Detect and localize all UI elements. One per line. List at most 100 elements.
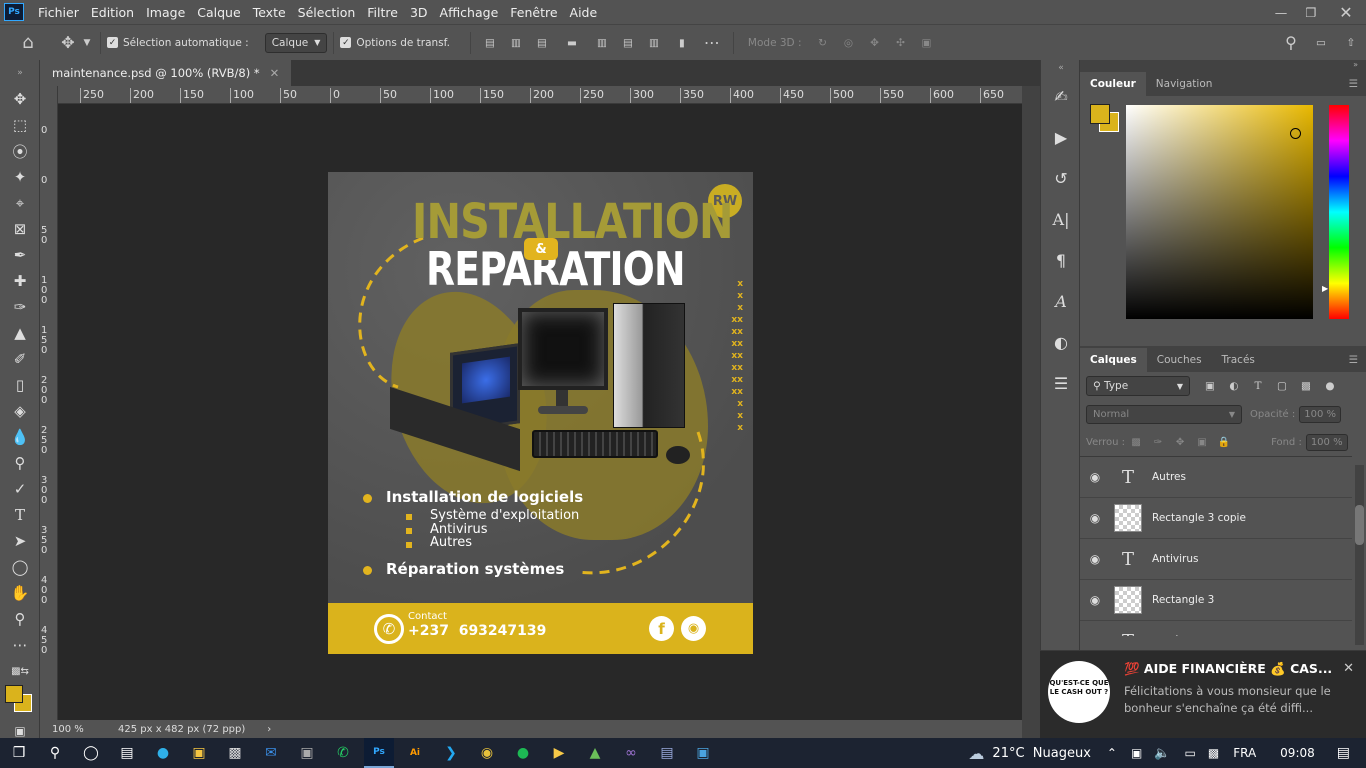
type-tool-icon[interactable]: T — [0, 502, 40, 528]
lock-paint-icon[interactable]: ✑ — [1147, 437, 1169, 448]
properties-icon[interactable]: ↺ — [1041, 158, 1081, 199]
fill-field[interactable]: 100 % — [1305, 433, 1348, 451]
align-right-icon[interactable]: ▤ — [529, 37, 555, 49]
photoshop-logo[interactable]: Ps — [4, 3, 24, 21]
blend-mode-dropdown[interactable]: Normal ▼ — [1086, 404, 1242, 424]
3d-scale-icon[interactable]: ▣ — [914, 37, 940, 49]
auto-select-checkbox[interactable]: ✓ — [107, 37, 118, 48]
align-left-icon[interactable]: ▤ — [477, 37, 503, 49]
app-icon[interactable]: ▲ — [580, 738, 610, 768]
weather-icon[interactable]: ☁ — [968, 744, 984, 763]
home-icon[interactable]: ⌂ — [0, 32, 56, 53]
filter-adjust-icon[interactable]: ◐ — [1222, 380, 1246, 392]
zoom-tool-icon[interactable]: ⚲ — [0, 606, 40, 632]
3d-slide-icon[interactable]: ✣ — [888, 37, 914, 49]
more-tools-icon[interactable]: ⋯ — [0, 632, 40, 658]
color-field[interactable] — [1126, 105, 1313, 319]
menu-edition[interactable]: Edition — [85, 5, 140, 20]
search-icon[interactable]: ⚲ — [40, 738, 70, 768]
weather-text[interactable]: 21°C Nuageux — [992, 746, 1091, 761]
layer-name[interactable]: Rectangle 3 — [1152, 594, 1214, 606]
task-view-icon[interactable]: ▤ — [112, 738, 142, 768]
workspace-icon[interactable]: ▭ — [1306, 37, 1336, 49]
file-explorer-icon[interactable]: ▣ — [184, 738, 214, 768]
layer-filter-dropdown[interactable]: ⚲ Type ▼ — [1086, 376, 1190, 396]
color-swatches[interactable] — [0, 684, 39, 718]
visibility-eye-icon[interactable]: ◉ — [1080, 634, 1110, 636]
gallery-icon[interactable]: ▣ — [688, 738, 718, 768]
document-artwork[interactable]: RW INSTALLATION REPARATION & x x x xx xx… — [328, 172, 753, 654]
move-tool-icon[interactable]: ✥ — [0, 86, 40, 112]
hand-tool-icon[interactable]: ✋ — [0, 580, 40, 606]
visibility-eye-icon[interactable]: ◉ — [1080, 552, 1110, 566]
clock[interactable]: 09:08 — [1280, 746, 1315, 760]
photoshop-taskbar-icon[interactable]: Ps — [364, 738, 394, 768]
quick-select-tool-icon[interactable]: ✦ — [0, 164, 40, 190]
menu-calque[interactable]: Calque — [191, 5, 246, 20]
whatsapp-icon[interactable]: ✆ — [328, 738, 358, 768]
eraser-tool-icon[interactable]: ▯ — [0, 372, 40, 398]
chevron-right-icon[interactable]: › — [267, 724, 271, 735]
spotify-icon[interactable]: ● — [508, 738, 538, 768]
layer-row[interactable]: ◉ T Antivirus — [1080, 539, 1352, 580]
opacity-field[interactable]: 100 % — [1299, 405, 1342, 423]
default-colors-icon[interactable]: ▩⇆ — [0, 658, 40, 684]
lock-pixels-icon[interactable]: ▩ — [1125, 437, 1147, 448]
layer-row[interactable]: ◉ Rectangle 3 — [1080, 580, 1352, 621]
lock-position-icon[interactable]: ✥ — [1169, 437, 1191, 448]
distribute-icon[interactable]: ▬ — [555, 37, 589, 49]
store-icon[interactable]: ▩ — [220, 738, 250, 768]
tab-couches[interactable]: Couches — [1147, 348, 1212, 372]
chevron-up-icon[interactable]: ⌃ — [1107, 746, 1117, 760]
lock-artboard-icon[interactable]: ▣ — [1191, 437, 1213, 448]
history-brush-icon[interactable]: ✐ — [0, 346, 40, 372]
menu-aide[interactable]: Aide — [564, 5, 604, 20]
history-icon[interactable]: ✍ — [1041, 76, 1081, 117]
foreground-color-swatch[interactable] — [5, 685, 23, 703]
adjustments-icon[interactable]: ◐ — [1041, 322, 1081, 363]
notes-icon[interactable]: ▤ — [652, 738, 682, 768]
menu-fenetre[interactable]: Fenêtre — [504, 5, 563, 20]
notification-close-icon[interactable]: ✕ — [1343, 661, 1354, 676]
layer-row[interactable]: ◉ Rectangle 3 copie — [1080, 498, 1352, 539]
3d-roll-icon[interactable]: ◎ — [836, 37, 862, 49]
paragraph-icon[interactable]: ¶ — [1041, 240, 1081, 281]
visibility-eye-icon[interactable]: ◉ — [1080, 470, 1110, 484]
volume-icon[interactable]: 🔈 — [1154, 746, 1170, 761]
language-indicator[interactable]: FRA — [1233, 746, 1256, 760]
more-options-icon[interactable]: ⋯ — [697, 33, 727, 52]
auto-select-dropdown[interactable]: Calque ▼ — [264, 32, 328, 53]
vertical-scrollbar[interactable] — [1022, 86, 1040, 738]
foreground-color-swatch[interactable] — [1090, 104, 1110, 124]
layer-name[interactable]: Antivirus — [1152, 553, 1198, 565]
filter-pixel-icon[interactable]: ▣ — [1198, 380, 1222, 392]
minimize-icon[interactable]: — — [1266, 5, 1296, 20]
blur-tool-icon[interactable]: 💧 — [0, 424, 40, 450]
3d-pan-icon[interactable]: ✥ — [862, 37, 888, 49]
layer-row[interactable]: ◉ T Autres — [1080, 457, 1352, 498]
media-player-icon[interactable]: ▶ — [544, 738, 574, 768]
collapse-icon[interactable]: « — [1041, 60, 1081, 76]
filter-toggle-icon[interactable]: ● — [1318, 380, 1342, 392]
photos-icon[interactable]: ▣ — [292, 738, 322, 768]
edge-icon[interactable]: ● — [148, 738, 178, 768]
share-icon[interactable]: ⇧ — [1336, 37, 1366, 49]
search-icon[interactable]: ⚲ — [1276, 33, 1306, 52]
restore-icon[interactable]: ❐ — [1296, 5, 1326, 20]
filter-smart-icon[interactable]: ▩ — [1294, 380, 1318, 392]
tab-couleur[interactable]: Couleur — [1080, 72, 1146, 96]
mail-icon[interactable]: ✉ — [256, 738, 286, 768]
menu-3d[interactable]: 3D — [404, 5, 434, 20]
align-top-icon[interactable]: ▥ — [589, 37, 615, 49]
menu-fichier[interactable]: Fichier — [32, 5, 85, 20]
align-center-icon[interactable]: ▥ — [503, 37, 529, 49]
layer-name[interactable]: Système d'exploitation — [1152, 635, 1273, 636]
dodge-tool-icon[interactable]: ⚲ — [0, 450, 40, 476]
panel-menu-icon[interactable]: ☰ — [1341, 72, 1366, 96]
menu-selection[interactable]: Sélection — [292, 5, 362, 20]
layer-row[interactable]: ◉ T Système d'exploitation — [1080, 621, 1352, 637]
close-tab-icon[interactable]: ✕ — [270, 66, 280, 80]
pen-tool-icon[interactable]: ✓ — [0, 476, 40, 502]
chevron-down-icon[interactable]: ▼ — [80, 38, 94, 48]
character-icon[interactable]: A| — [1041, 199, 1081, 240]
